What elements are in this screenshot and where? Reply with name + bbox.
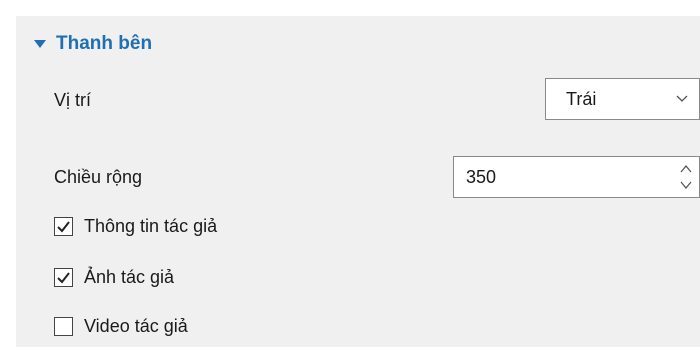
checkmark-icon — [57, 272, 70, 284]
author-info-checkbox[interactable] — [54, 217, 73, 236]
width-spinner — [679, 163, 693, 191]
section-title: Thanh bên — [56, 33, 153, 54]
author-photo-label: Ảnh tác giả — [84, 267, 175, 287]
position-label: Vị trí — [54, 90, 92, 110]
checkbox-row-author-info[interactable]: Thông tin tác giả — [54, 216, 217, 237]
author-photo-checkbox[interactable] — [54, 268, 73, 287]
chevron-up-icon[interactable] — [679, 163, 693, 175]
width-input-value: 350 — [466, 166, 497, 187]
author-video-checkbox[interactable] — [54, 317, 73, 336]
chevron-down-icon — [676, 95, 688, 102]
section-header-sidebar[interactable]: Thanh bên — [34, 33, 152, 55]
position-select[interactable]: Trái — [545, 78, 700, 120]
checkbox-row-author-video[interactable]: Video tác giả — [54, 316, 188, 337]
chevron-down-icon[interactable] — [679, 179, 693, 191]
sidebar-settings-panel: Thanh bên Vị trí Trái Chiều rộng 350 Thô… — [16, 16, 700, 347]
position-select-value: Trái — [566, 88, 597, 109]
author-info-label: Thông tin tác giả — [84, 216, 218, 236]
caret-down-icon — [34, 40, 46, 48]
width-label: Chiều rộng — [54, 167, 143, 187]
checkbox-row-author-photo[interactable]: Ảnh tác giả — [54, 267, 174, 288]
checkmark-icon — [57, 221, 70, 233]
width-number-input[interactable]: 350 — [453, 156, 700, 198]
author-video-label: Video tác giả — [84, 316, 188, 336]
